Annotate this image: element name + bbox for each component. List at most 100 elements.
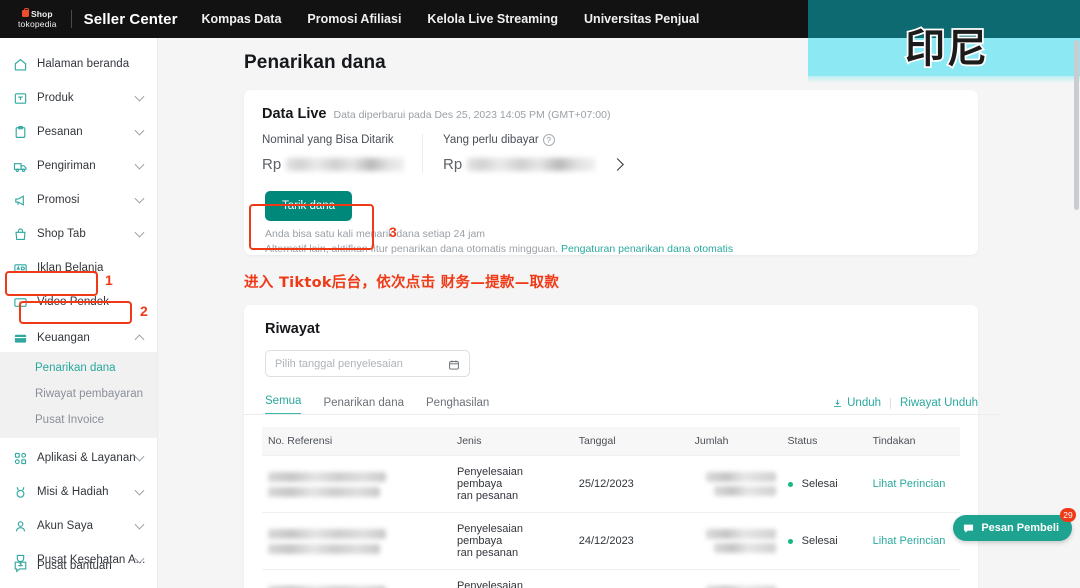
sidebar-item-riwayat-pembayaran[interactable]: Riwayat pembayaran: [0, 381, 157, 407]
redacted-amount: [713, 486, 776, 496]
lihat-perincian-link[interactable]: Lihat Perincian: [873, 478, 946, 490]
cell-status: Selesai: [781, 569, 867, 588]
sidebar-item-keuangan[interactable]: Keuangan: [0, 324, 157, 352]
sidebar-item-iklan-belanja[interactable]: Iklan Belanja: [0, 254, 157, 282]
download-icon: [834, 399, 842, 407]
lihat-perincian-link[interactable]: Lihat Perincian: [873, 535, 946, 547]
question-mark-icon[interactable]: ?: [542, 134, 555, 146]
sidebar-item-aplikasi-layanan[interactable]: Aplikasi & Layanan: [0, 444, 157, 472]
column-header-jenis: Jenis: [450, 427, 573, 456]
cell-no-referensi: [262, 455, 451, 513]
history-table-body: Penyelesaian pembaya ran pesanan 25/12/2…: [262, 455, 960, 588]
riwayat-unduh-button[interactable]: Riwayat Unduh: [900, 397, 978, 409]
pesan-pembeli-button[interactable]: Pesan Pembeli 29: [953, 508, 1076, 541]
sidebar-item-halaman-beranda[interactable]: Halaman beranda: [0, 50, 157, 78]
apps-grid-icon: [13, 451, 28, 466]
sidebar-item-label: Iklan Belanja: [37, 262, 104, 274]
chevron-down-icon[interactable]: [134, 125, 145, 136]
status-badge: Selesai: [801, 478, 838, 490]
chevron-down-icon[interactable]: [134, 159, 145, 170]
sidebar-item-video-pendek[interactable]: Video Pendek: [0, 288, 157, 316]
tab-semua[interactable]: Semua: [265, 395, 302, 415]
data-live-columns: Nominal yang Bisa Ditarik Rp Yang perlu …: [244, 122, 978, 173]
date-filter-placeholder: Pilih tanggal penyelesaian: [275, 357, 403, 370]
chevron-down-icon[interactable]: [134, 451, 145, 462]
payable-amount-label: Yang perlu dibayar ?: [443, 134, 622, 146]
sidebar-item-pengiriman[interactable]: Pengiriman: [0, 152, 157, 180]
unduh-button[interactable]: Unduh: [832, 397, 881, 409]
tab-penarikan-dana[interactable]: Penarikan dana: [323, 397, 404, 415]
date-filter-input[interactable]: Pilih tanggal penyelesaian: [265, 350, 470, 377]
nav-item-promosi-afiliasi[interactable]: Promosi Afiliasi: [307, 12, 401, 26]
chevron-right-icon[interactable]: [611, 158, 625, 171]
user-icon: [13, 519, 28, 534]
nav-item-universitas-penjual[interactable]: Universitas Penjual: [584, 12, 699, 26]
chevron-down-icon[interactable]: [134, 227, 145, 238]
history-table: No. Referensi Jenis Tanggal Jumlah Statu…: [262, 427, 960, 588]
nav-item-kompas-data[interactable]: Kompas Data: [202, 12, 282, 26]
column-header-tindakan: Tindakan: [866, 427, 960, 456]
riwayat-card: Riwayat Pilih tanggal penyelesaian Semua…: [244, 305, 999, 588]
status-badge: Selesai: [801, 535, 838, 547]
sidebar-item-label: Misi & Hadiah: [37, 486, 109, 498]
chevron-down-icon[interactable]: [134, 485, 145, 496]
sidebar-item-label: Aplikasi & Layanan: [37, 452, 136, 464]
annotation-number-1: 1: [105, 272, 113, 288]
status-dot-icon: [787, 538, 793, 544]
withdraw-note-text: Alternatif lain, aktifkan fitur penarika…: [265, 243, 559, 255]
sidebar-item-penarikan-dana[interactable]: Penarikan dana: [0, 355, 157, 381]
redacted-amount: [467, 158, 596, 171]
jenis-line1: Penyelesaian pembaya: [456, 466, 524, 490]
app-root: Shop tokopedia Seller Center Kompas Data…: [0, 0, 1080, 588]
chevron-up-icon[interactable]: [134, 334, 145, 345]
sidebar-item-pusat-bantuan[interactable]: ? Pusat bantuan: [0, 552, 158, 580]
cell-status: Selesai: [781, 512, 867, 570]
withdrawable-amount-label: Nominal yang Bisa Ditarik: [262, 134, 394, 146]
table-row: Penyelesaian pembaya ran pesanan 24/12/2…: [262, 512, 960, 570]
sidebar-item-pesanan[interactable]: Pesanan: [0, 118, 157, 146]
cell-jumlah: [688, 512, 782, 570]
sidebar-bottom: ? Pusat bantuan: [0, 552, 158, 580]
tarik-dana-button[interactable]: Tarik dana: [265, 191, 352, 221]
payable-amount-value: Rp: [443, 156, 625, 173]
chevron-down-icon[interactable]: [134, 91, 145, 102]
sidebar-item-pusat-invoice[interactable]: Pusat Invoice: [0, 407, 157, 433]
calendar-icon: [448, 358, 460, 370]
video-icon: [13, 295, 28, 310]
sidebar-item-misi-hadiah[interactable]: Misi & Hadiah: [0, 478, 157, 506]
brand-logo[interactable]: Shop tokopedia: [18, 8, 57, 29]
annotation-chinese-instruction: 进入 Tiktok后台，依次点击 财务—提款—取款: [244, 275, 560, 291]
home-icon: [13, 57, 28, 72]
tab-penghasilan[interactable]: Penghasilan: [426, 397, 489, 415]
sidebar-subgroup-keuangan: Penarikan dana Riwayat pembayaran Pusat …: [0, 352, 157, 438]
nav-item-kelola-live-streaming[interactable]: Kelola Live Streaming: [427, 12, 558, 26]
sidebar-item-produk[interactable]: Produk: [0, 84, 157, 112]
redacted-reference: [268, 486, 380, 497]
cell-status: Selesai: [781, 455, 867, 513]
download-actions: Unduh Riwayat Unduh: [832, 397, 978, 409]
data-live-card: Data Live Data diperbarui pada Des 25, 2…: [244, 90, 978, 255]
truck-icon: [13, 159, 28, 174]
pesan-pembeli-label: Pesan Pembeli: [981, 522, 1059, 534]
sidebar-item-shop-tab[interactable]: Shop Tab: [0, 220, 157, 248]
vertical-scrollbar[interactable]: [1074, 40, 1079, 210]
sidebar-item-label: Halaman beranda: [37, 58, 130, 70]
sidebar-item-label: Produk: [37, 92, 74, 104]
sidebar-item-akun-saya[interactable]: Akun Saya: [0, 512, 157, 540]
sidebar-item-promosi[interactable]: Promosi: [0, 186, 157, 214]
sidebar-item-label: Pusat bantuan: [37, 560, 112, 572]
cell-tanggal: 25/12/2023: [572, 455, 689, 513]
withdrawable-amount-value: Rp: [262, 156, 422, 173]
brand-tokopedia-label: tokopedia: [18, 19, 57, 29]
shopping-bag-icon: [22, 8, 30, 18]
cell-no-referensi: [262, 569, 451, 588]
table-header-row: No. Referensi Jenis Tanggal Jumlah Statu…: [262, 427, 960, 456]
chevron-down-icon[interactable]: [134, 519, 145, 530]
shopping-bag-icon: [13, 227, 28, 242]
auto-withdraw-settings-link[interactable]: Pengaturan penarikan dana otomatis: [561, 243, 733, 255]
clipboard-icon: [13, 125, 28, 140]
cell-jenis: Penyelesaian pembaya ran pesanan: [450, 569, 573, 588]
chevron-down-icon[interactable]: [134, 193, 145, 204]
sidebar-item-label: Shop Tab: [37, 228, 86, 240]
cell-tindakan: Lihat Perincian: [866, 569, 960, 588]
